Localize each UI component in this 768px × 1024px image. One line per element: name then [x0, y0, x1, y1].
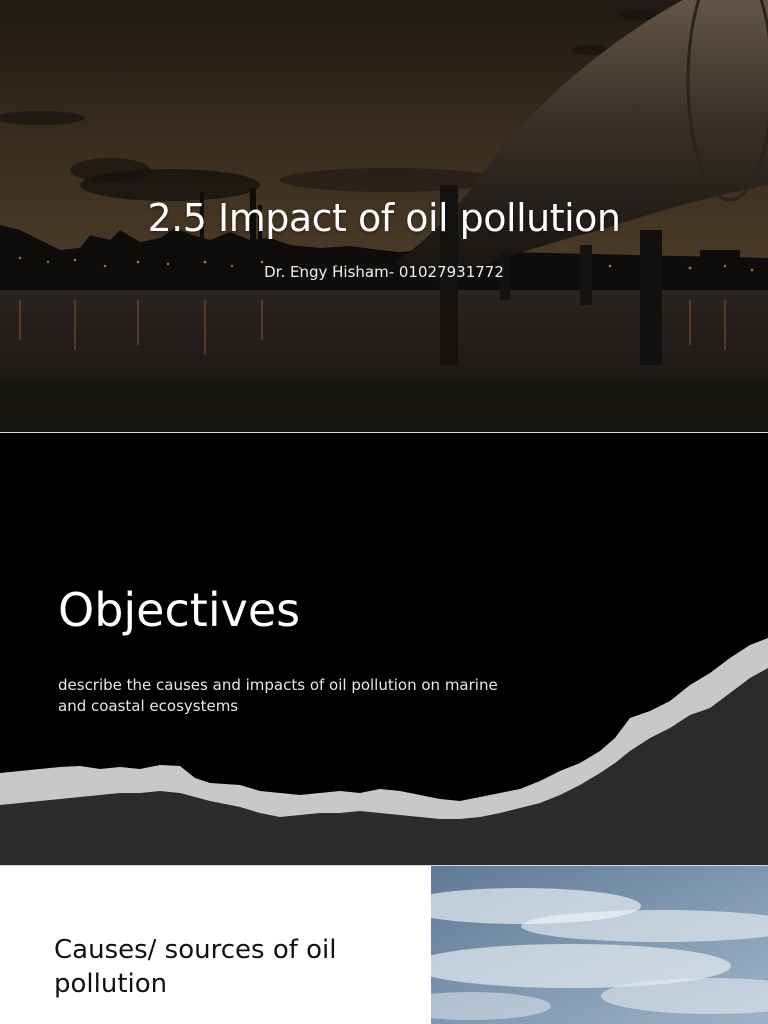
objectives-description: describe the causes and impacts of oil p… — [58, 676, 498, 715]
objectives-slide[interactable]: Objectives describe the causes and impac… — [0, 433, 768, 865]
cloudy-sky-image — [431, 866, 768, 1024]
causes-heading: Causes/ sources of oil pollution — [54, 935, 337, 999]
slide-subtitle: Dr. Engy Hisham- 01027931772 — [264, 263, 504, 281]
torn-paper-decoration — [0, 638, 768, 865]
slide-title: 2.5 Impact of oil pollution — [147, 196, 621, 240]
title-slide[interactable]: 2.5 Impact of oil pollution Dr. Engy His… — [0, 0, 768, 432]
causes-slide[interactable]: Causes/ sources of oil pollution — [0, 866, 768, 1024]
objectives-heading: Objectives — [58, 583, 301, 637]
